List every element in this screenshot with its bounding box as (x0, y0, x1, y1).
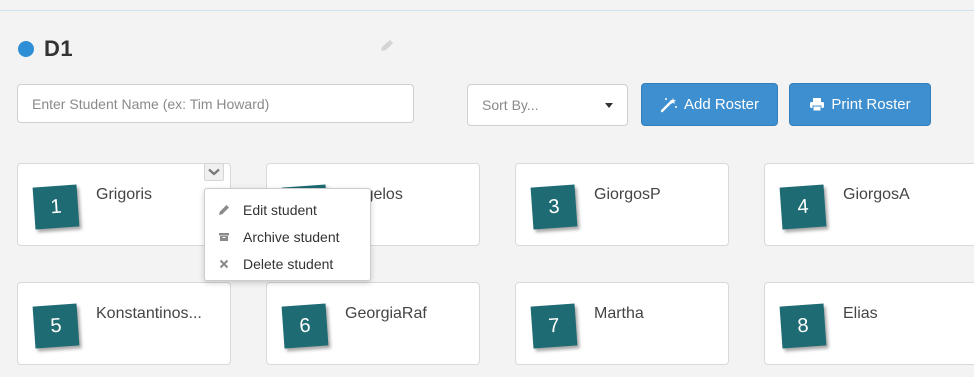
student-number-badge: 7 (530, 303, 578, 349)
class-header: D1 (18, 36, 73, 62)
student-name: Grigoris (96, 186, 153, 203)
student-card[interactable]: 1 Grigoris (17, 163, 231, 246)
top-divider (0, 10, 974, 11)
student-number-badge: 5 (32, 303, 80, 349)
menu-item-label: Archive student (243, 228, 340, 245)
add-roster-label: Add Roster (683, 96, 760, 113)
student-name: GeorgiaRaf (345, 305, 427, 322)
pencil-icon (219, 204, 229, 215)
sort-by-select[interactable]: Sort By... (467, 84, 628, 126)
student-number-badge: 1 (32, 184, 80, 230)
student-name: Konstantinos... (96, 305, 202, 322)
caret-down-icon (605, 102, 613, 108)
student-name: Martha (594, 305, 644, 322)
menu-item-edit-student[interactable]: Edit student (205, 196, 370, 223)
student-name: GiorgosP (594, 186, 661, 203)
student-card[interactable]: 3 GiorgosP (515, 163, 729, 246)
student-card[interactable]: 8 Elias (764, 282, 974, 365)
magic-wand-icon (660, 97, 677, 112)
student-card[interactable]: 7 Martha (515, 282, 729, 365)
student-name: Elias (843, 305, 878, 322)
archive-icon (219, 232, 229, 241)
chevron-down-icon (208, 168, 220, 176)
class-color-dot (18, 41, 34, 57)
menu-item-delete-student[interactable]: Delete student (205, 250, 370, 277)
student-number-badge: 8 (779, 303, 827, 349)
student-search-input[interactable] (17, 84, 414, 123)
student-options-toggle[interactable] (204, 163, 224, 181)
class-title: D1 (44, 36, 74, 61)
student-context-menu: Edit student Archive student Delete stud… (204, 188, 371, 281)
student-number-badge: 3 (530, 184, 578, 230)
printer-icon (810, 98, 825, 112)
menu-item-archive-student[interactable]: Archive student (205, 223, 370, 250)
student-card[interactable]: 6 GeorgiaRaf (266, 282, 480, 365)
print-roster-label: Print Roster (831, 96, 911, 113)
pencil-icon[interactable] (378, 38, 396, 54)
print-roster-button[interactable]: Print Roster (789, 83, 931, 126)
student-name: GiorgosA (843, 186, 910, 203)
sort-by-label: Sort By... (482, 97, 539, 113)
add-roster-button[interactable]: Add Roster (641, 83, 778, 126)
student-card[interactable]: 4 GiorgosA (764, 163, 974, 246)
student-number-badge: 6 (281, 303, 329, 349)
x-icon (219, 259, 229, 268)
menu-item-label: Edit student (243, 201, 317, 218)
menu-item-label: Delete student (243, 255, 334, 272)
student-number-badge: 4 (779, 184, 827, 230)
student-card[interactable]: 5 Konstantinos... (17, 282, 231, 365)
